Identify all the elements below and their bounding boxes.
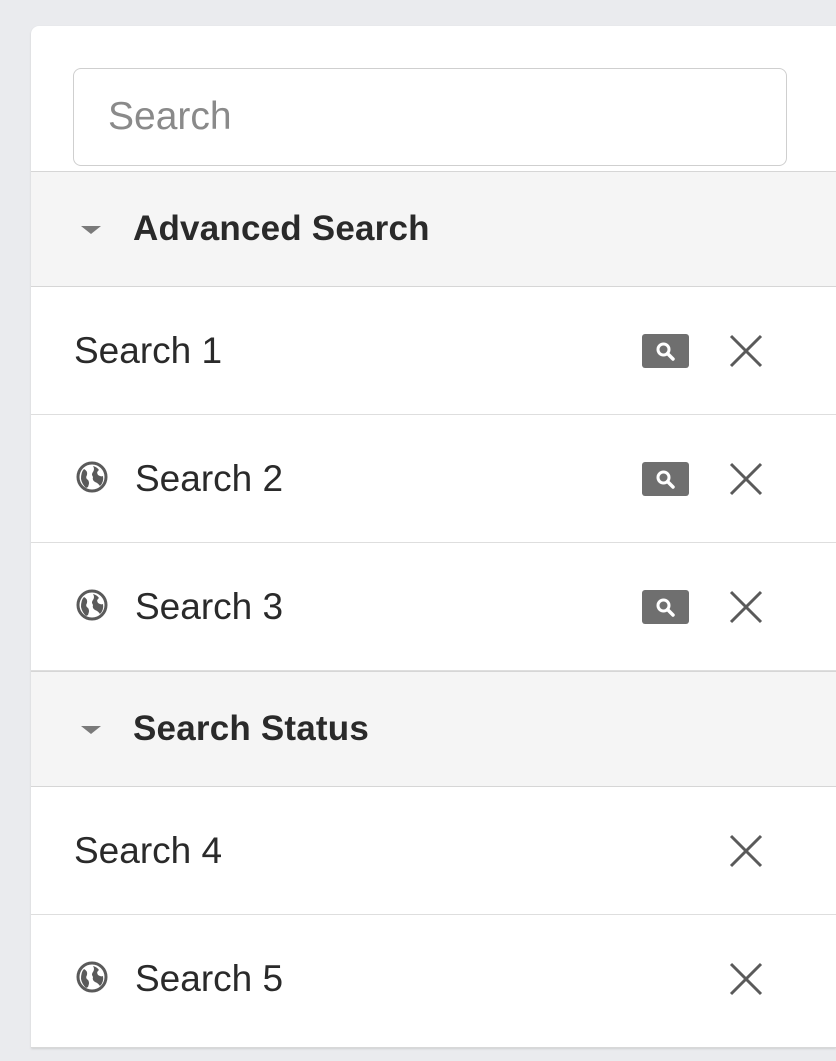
list-item[interactable]: Search 2 [31,415,836,543]
close-icon[interactable] [727,588,765,626]
caret-down-icon[interactable] [81,226,101,234]
section-header-advanced-search[interactable]: Advanced Search [31,171,836,287]
section-title: Advanced Search [133,209,430,248]
list-item[interactable]: Search 5 [31,915,836,1043]
search-input[interactable] [73,68,787,166]
list-item[interactable]: Search 1 [31,287,836,415]
close-icon[interactable] [727,832,765,870]
close-icon[interactable] [727,960,765,998]
run-search-icon[interactable] [642,589,689,624]
globe-icon [76,461,108,492]
run-search-icon[interactable] [642,333,689,368]
caret-down-icon[interactable] [81,726,101,734]
globe-icon [76,961,108,993]
close-icon[interactable] [727,332,765,370]
saved-searches-panel: Advanced Search Search 1 Search 2 [31,26,836,1048]
run-search-icon[interactable] [642,461,689,496]
section-title: Search Status [133,709,370,748]
search-area [31,26,836,171]
list-item-label[interactable]: Search 3 [135,586,283,628]
list-item-label[interactable]: Search 1 [74,330,222,372]
list-item[interactable]: Search 3 [31,543,836,671]
list-item[interactable]: Search 4 [31,787,836,915]
list-item-label[interactable]: Search 2 [135,458,283,500]
list-item-label[interactable]: Search 4 [74,830,222,872]
globe-icon [76,589,108,620]
close-icon[interactable] [727,460,765,498]
list-item-label[interactable]: Search 5 [135,958,283,1000]
section-header-search-status[interactable]: Search Status [31,671,836,787]
